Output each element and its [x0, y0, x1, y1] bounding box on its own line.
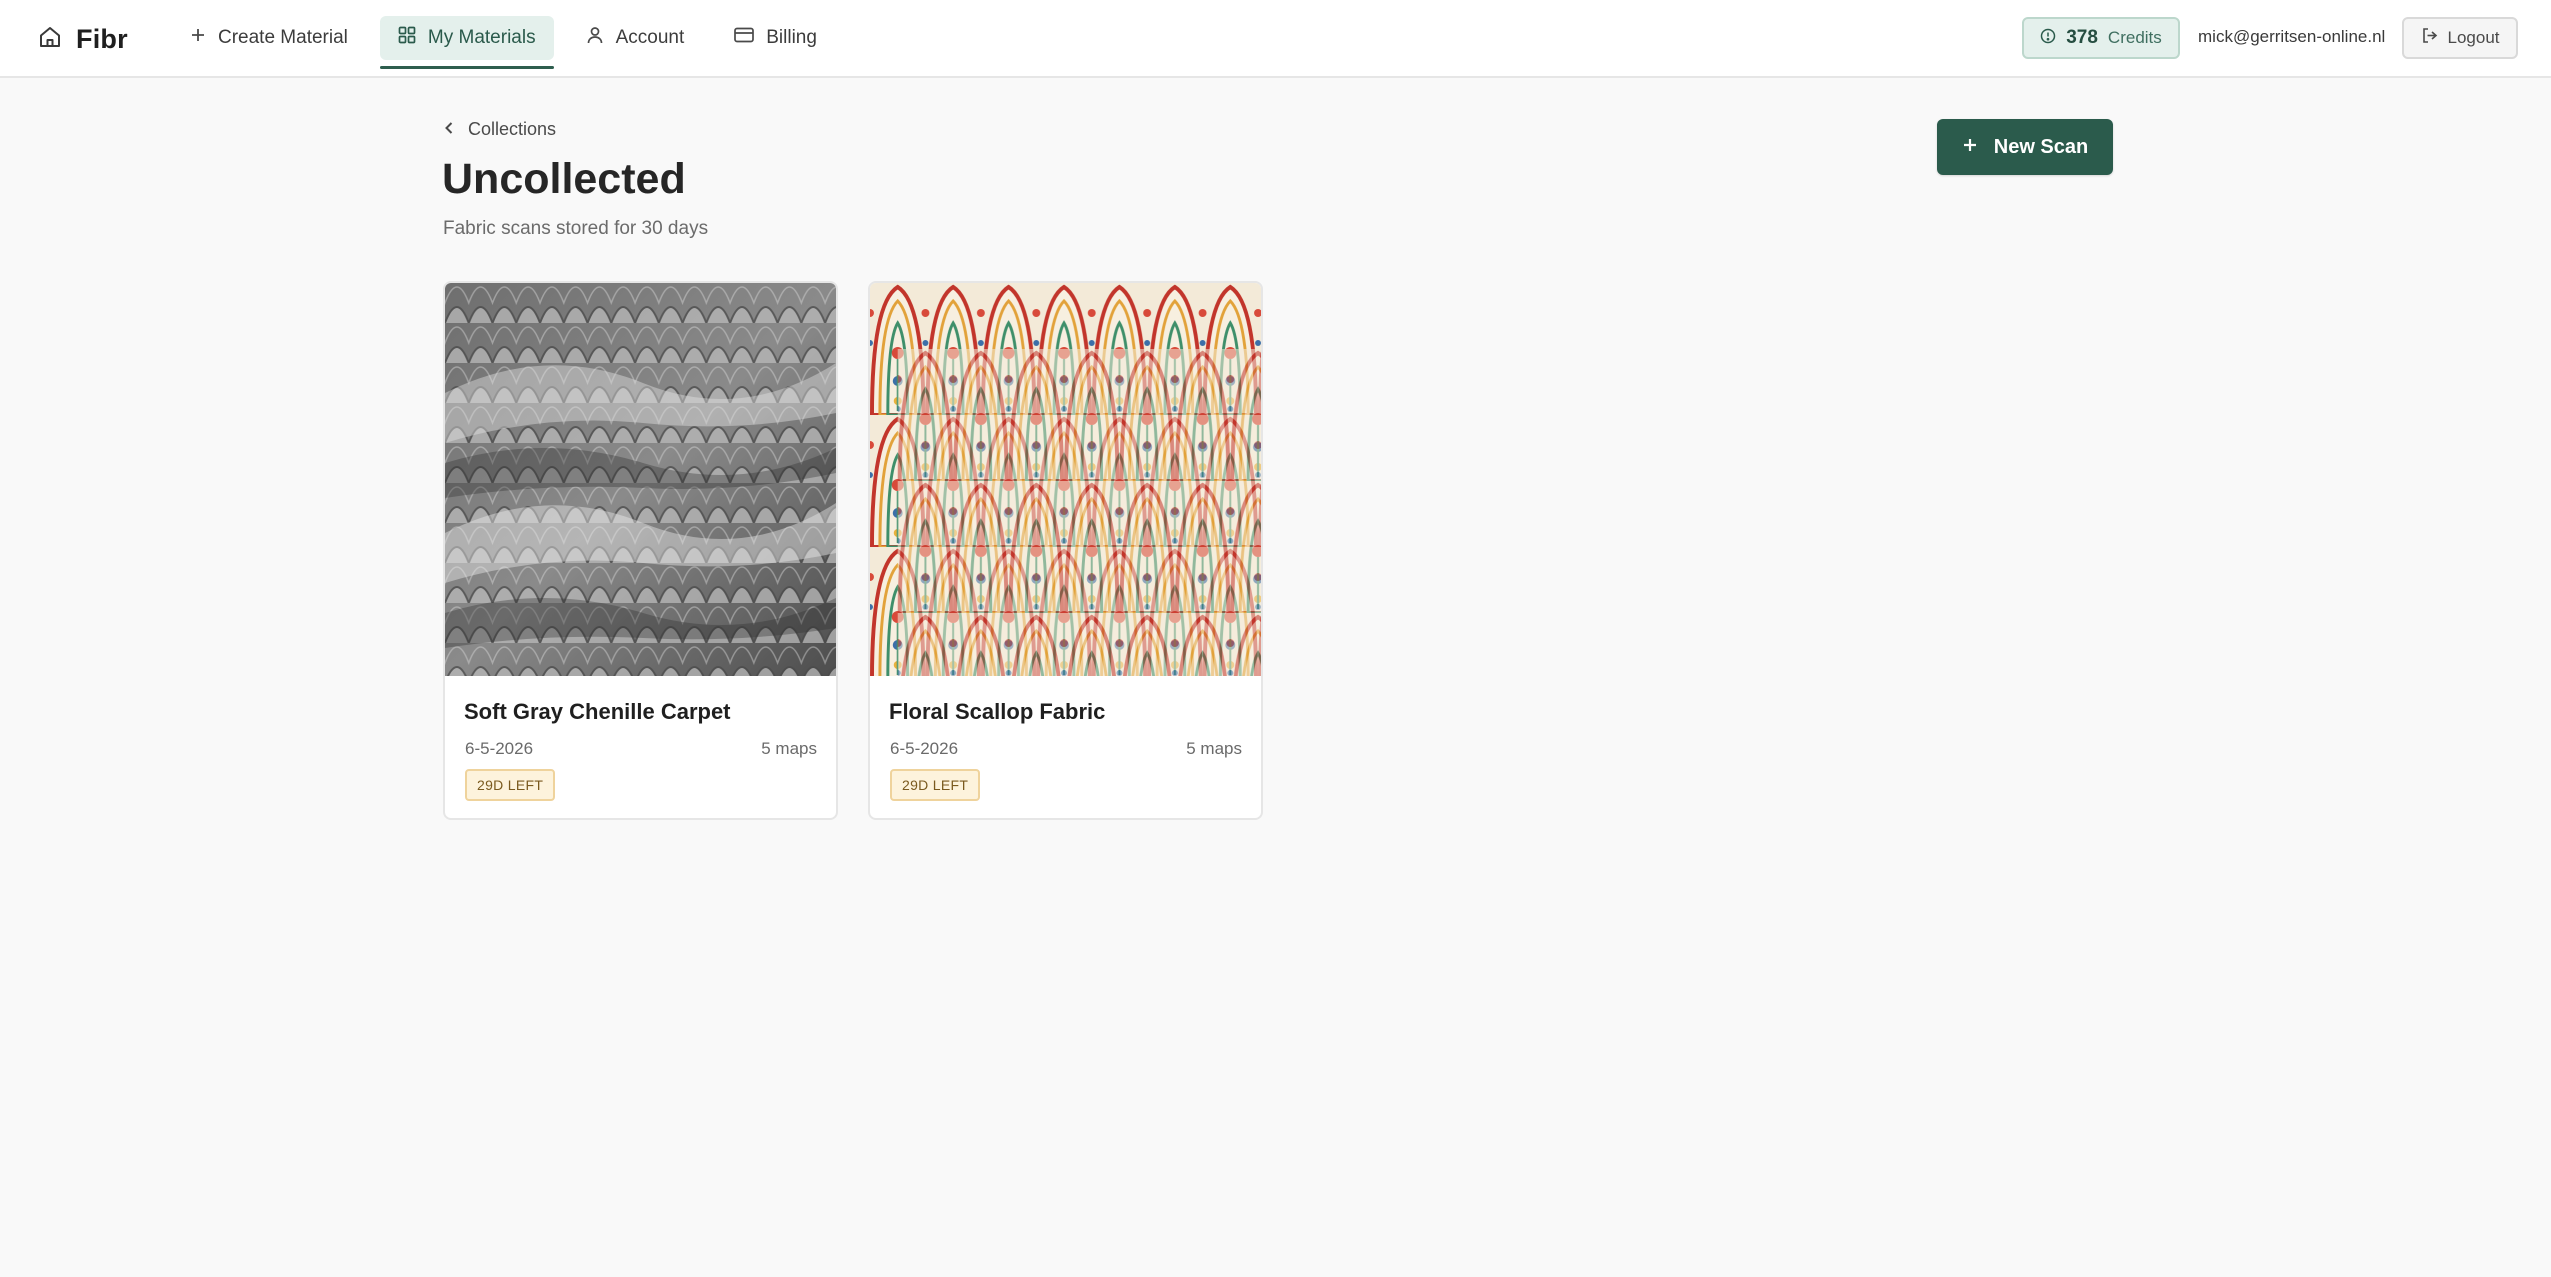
material-maps-count: 5 maps	[1186, 739, 1242, 758]
back-to-collections-link[interactable]: Collections	[444, 119, 556, 140]
back-label: Collections	[468, 119, 557, 139]
new-scan-button[interactable]: New Scan	[1937, 119, 2113, 175]
nav-my-materials[interactable]: My Materials	[379, 16, 554, 69]
logout-label: Logout	[2447, 28, 2500, 47]
user-icon	[586, 26, 604, 50]
main-nav: Create Material My Materials Account Bil…	[172, 16, 835, 69]
plus-icon	[190, 27, 206, 49]
expiry-badge: 29D LEFT	[465, 769, 556, 801]
user-email: mick@gerritsen-online.nl	[2198, 27, 2386, 46]
page-subtitle: Fabric scans stored for 30 days	[443, 218, 709, 239]
home-link[interactable]: Fibr	[38, 20, 128, 58]
material-maps-count: 5 maps	[761, 739, 817, 758]
logout-button[interactable]: Logout	[2402, 17, 2518, 59]
brand-name: Fibr	[76, 23, 128, 54]
nav-account-label: Account	[615, 27, 685, 48]
credits-badge[interactable]: 378 Credits	[2022, 17, 2180, 59]
new-scan-label: New Scan	[1993, 135, 2089, 158]
credits-label: Credits	[2107, 28, 2162, 47]
logout-icon	[2421, 27, 2438, 49]
page-title: Uncollected	[442, 155, 686, 203]
material-thumbnail-gray-chenille	[445, 283, 836, 676]
credit-card-icon	[734, 27, 755, 49]
nav-my-materials-label: My Materials	[427, 27, 536, 48]
top-navigation-bar: Fibr Create Material My Materials Accoun…	[0, 0, 2551, 78]
expiry-badge: 29D LEFT	[890, 769, 981, 801]
material-date: 6-5-2026	[465, 739, 534, 758]
credits-count: 378	[2066, 27, 2098, 48]
material-date: 6-5-2026	[890, 739, 959, 758]
info-circle-icon	[2040, 28, 2056, 49]
plus-icon	[1962, 136, 1978, 159]
material-card[interactable]: Soft Gray Chenille Carpet 6-5-2026 5 map…	[443, 281, 838, 820]
nav-account[interactable]: Account	[568, 16, 703, 60]
grid-icon	[398, 26, 416, 50]
nav-billing[interactable]: Billing	[716, 16, 835, 60]
material-name: Soft Gray Chenille Carpet	[464, 699, 731, 724]
nav-create-material[interactable]: Create Material	[172, 16, 366, 60]
chevron-left-icon	[444, 119, 454, 140]
nav-billing-label: Billing	[766, 27, 817, 48]
nav-create-material-label: Create Material	[218, 27, 348, 48]
material-name: Floral Scallop Fabric	[889, 699, 1106, 724]
home-icon	[38, 25, 62, 54]
material-card[interactable]: Floral Scallop Fabric 6-5-2026 5 maps 29…	[868, 281, 1263, 820]
material-thumbnail-floral-scallop	[870, 283, 1261, 676]
